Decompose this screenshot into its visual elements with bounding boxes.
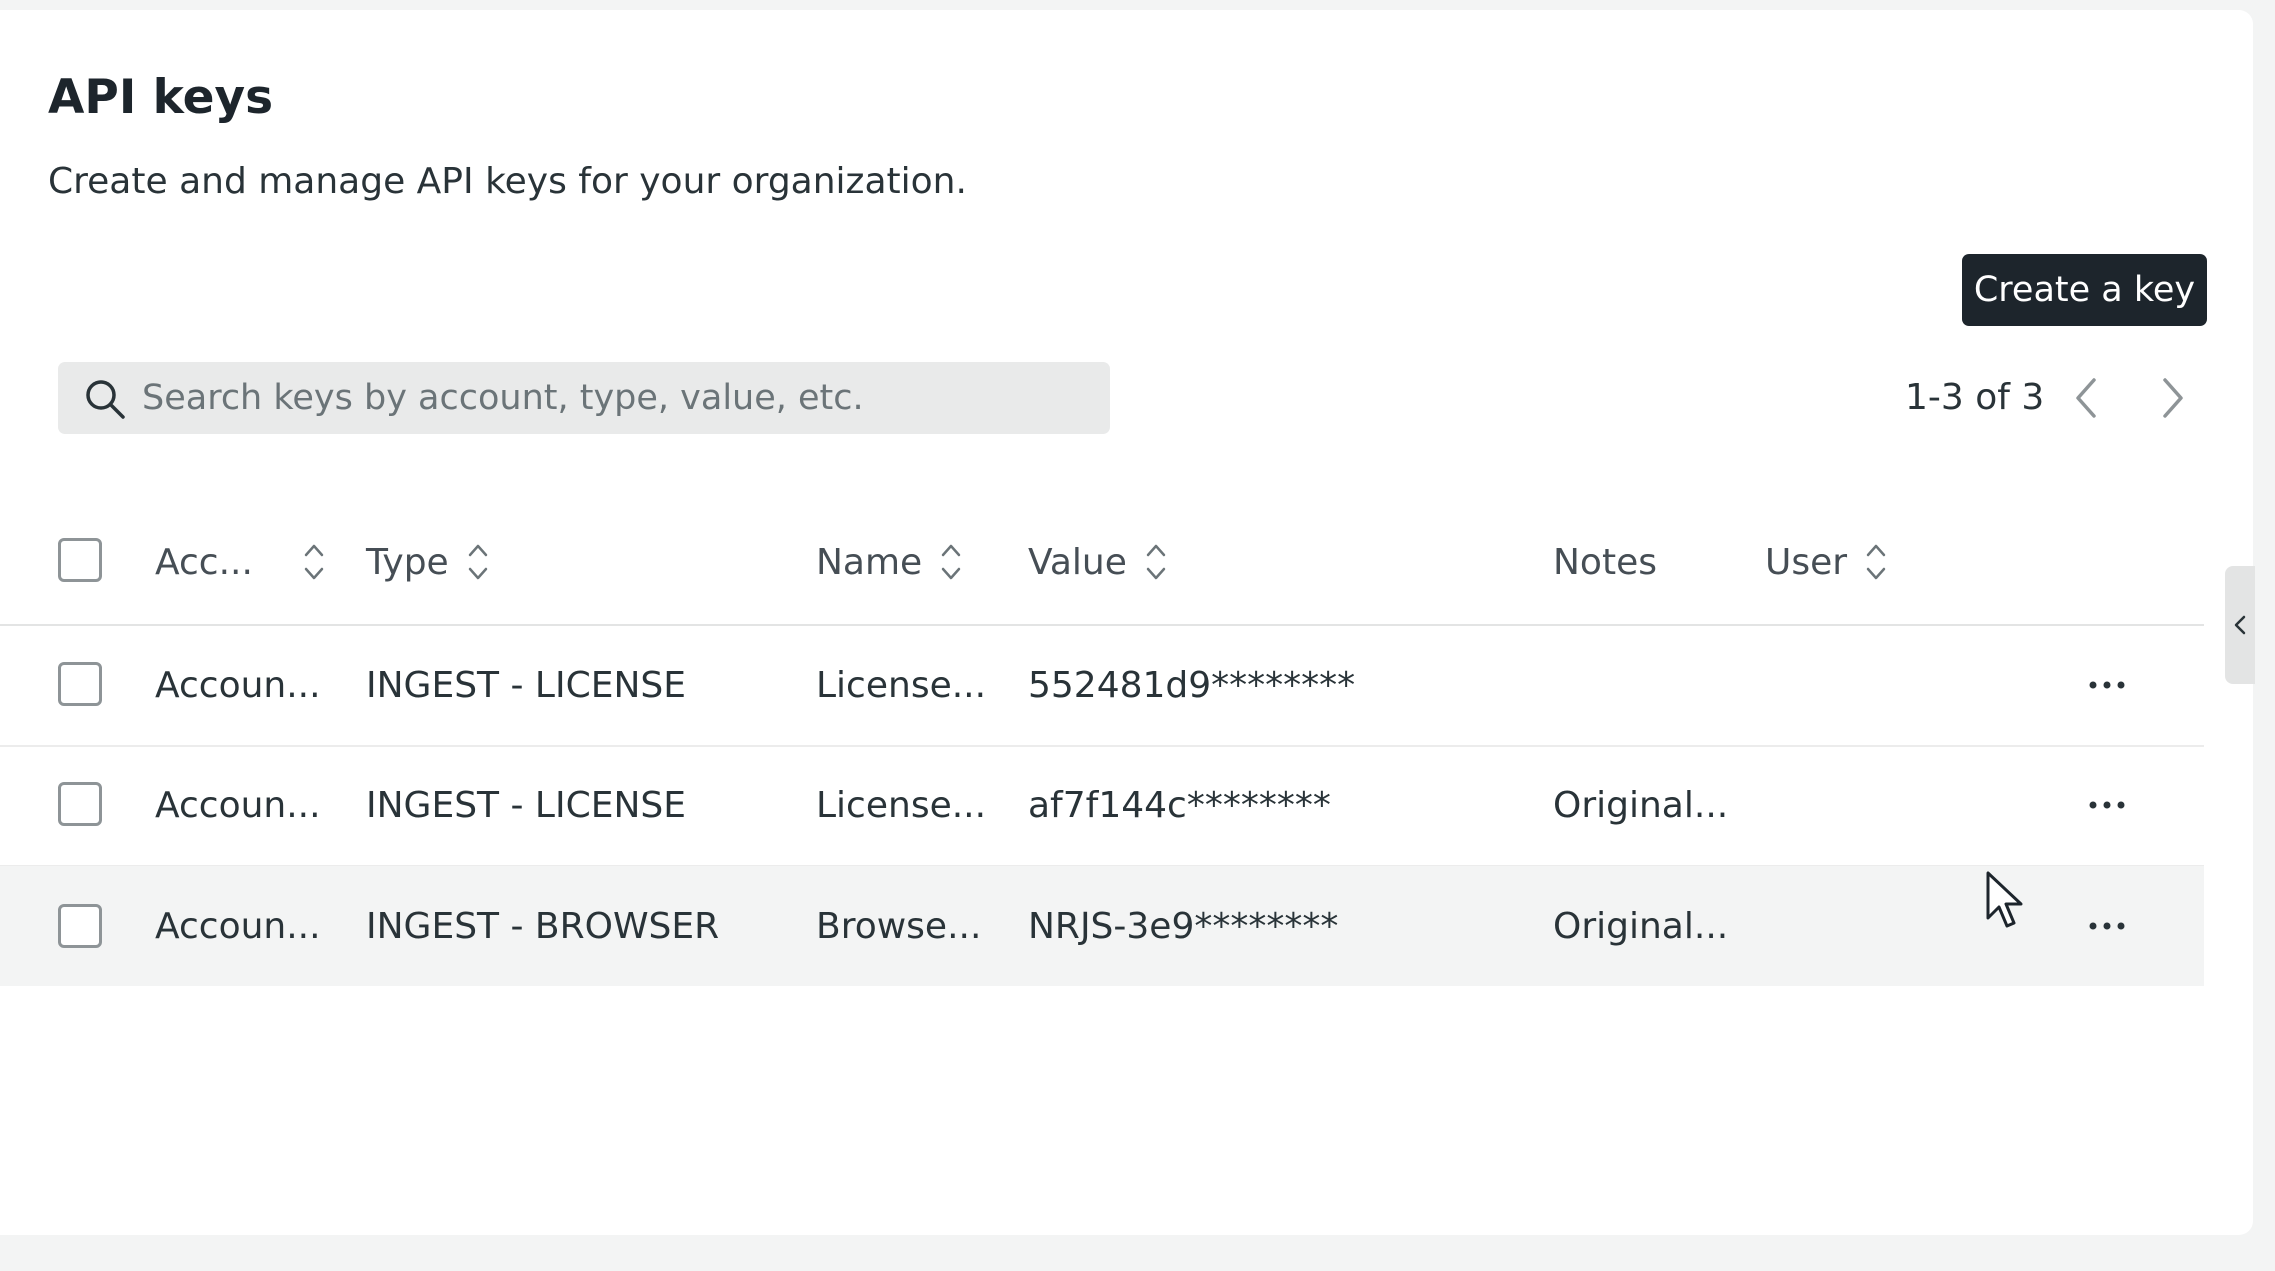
more-icon[interactable] (2086, 664, 2128, 706)
chevron-left-icon (2234, 615, 2246, 635)
cell-notes: Original... (1553, 905, 1729, 947)
cell-value: af7f144c******** (1028, 785, 1331, 826)
search-box (58, 362, 1110, 434)
chevron-right-icon[interactable] (2153, 372, 2193, 424)
create-key-button[interactable]: Create a key (1962, 254, 2207, 326)
sort-icon (304, 544, 324, 580)
cell-name: License... (816, 665, 987, 706)
more-icon[interactable] (2086, 905, 2128, 947)
cell-value: NRJS-3e9******** (1028, 905, 1339, 947)
search-input[interactable] (142, 362, 1092, 434)
side-panel-toggle[interactable] (2225, 566, 2255, 684)
table-row[interactable]: Accoun... INGEST - BROWSER Browse... NRJ… (0, 866, 2204, 986)
cell-account: Accoun... (155, 905, 321, 947)
column-label-user: User (1765, 541, 1848, 583)
column-label-notes: Notes (1553, 541, 1657, 583)
more-icon[interactable] (2086, 784, 2128, 826)
cell-name: Browse... (816, 905, 982, 947)
page-title: API keys (48, 70, 274, 125)
column-label-name: Name (816, 541, 923, 583)
sort-icon (941, 544, 961, 580)
column-header-account[interactable]: Acc... (155, 500, 327, 624)
row-checkbox[interactable] (58, 904, 102, 948)
sort-icon (1866, 544, 1886, 580)
column-label-type: Type (366, 541, 449, 583)
cell-type: INGEST - LICENSE (366, 665, 686, 706)
cell-notes: Original... (1553, 785, 1729, 826)
row-checkbox[interactable] (58, 782, 102, 826)
sort-icon (1146, 544, 1166, 580)
column-header-value[interactable]: Value (1028, 500, 1169, 624)
sort-icon (468, 544, 487, 580)
pagination-range: 1-3 of 3 (1905, 377, 2045, 418)
table-row[interactable]: Accoun... INGEST - LICENSE License... 55… (0, 626, 2204, 747)
column-header-type[interactable]: Type (366, 500, 491, 624)
page-subtitle: Create and manage API keys for your orga… (48, 161, 967, 202)
search-icon (86, 380, 125, 419)
api-keys-panel: API keys Create and manage API keys for … (0, 10, 2253, 1235)
column-label-value: Value (1028, 541, 1127, 583)
table-header: Acc... Type Name Value Notes User (0, 500, 2204, 626)
column-header-name[interactable]: Name (816, 500, 964, 624)
cell-type: INGEST - LICENSE (366, 785, 686, 826)
select-all-checkbox[interactable] (58, 538, 102, 582)
column-header-notes: Notes (1553, 500, 1657, 624)
chevron-left-icon[interactable] (2066, 372, 2106, 424)
table-row[interactable]: Accoun... INGEST - LICENSE License... af… (0, 746, 2204, 867)
column-label-account: Acc... (155, 541, 253, 583)
cell-value: 552481d9******** (1028, 665, 1356, 706)
cell-type: INGEST - BROWSER (366, 905, 720, 947)
cell-account: Accoun... (155, 785, 321, 826)
cell-name: License... (816, 785, 987, 826)
column-header-user[interactable]: User (1765, 500, 1889, 624)
row-checkbox[interactable] (58, 662, 102, 706)
cell-account: Accoun... (155, 665, 321, 706)
